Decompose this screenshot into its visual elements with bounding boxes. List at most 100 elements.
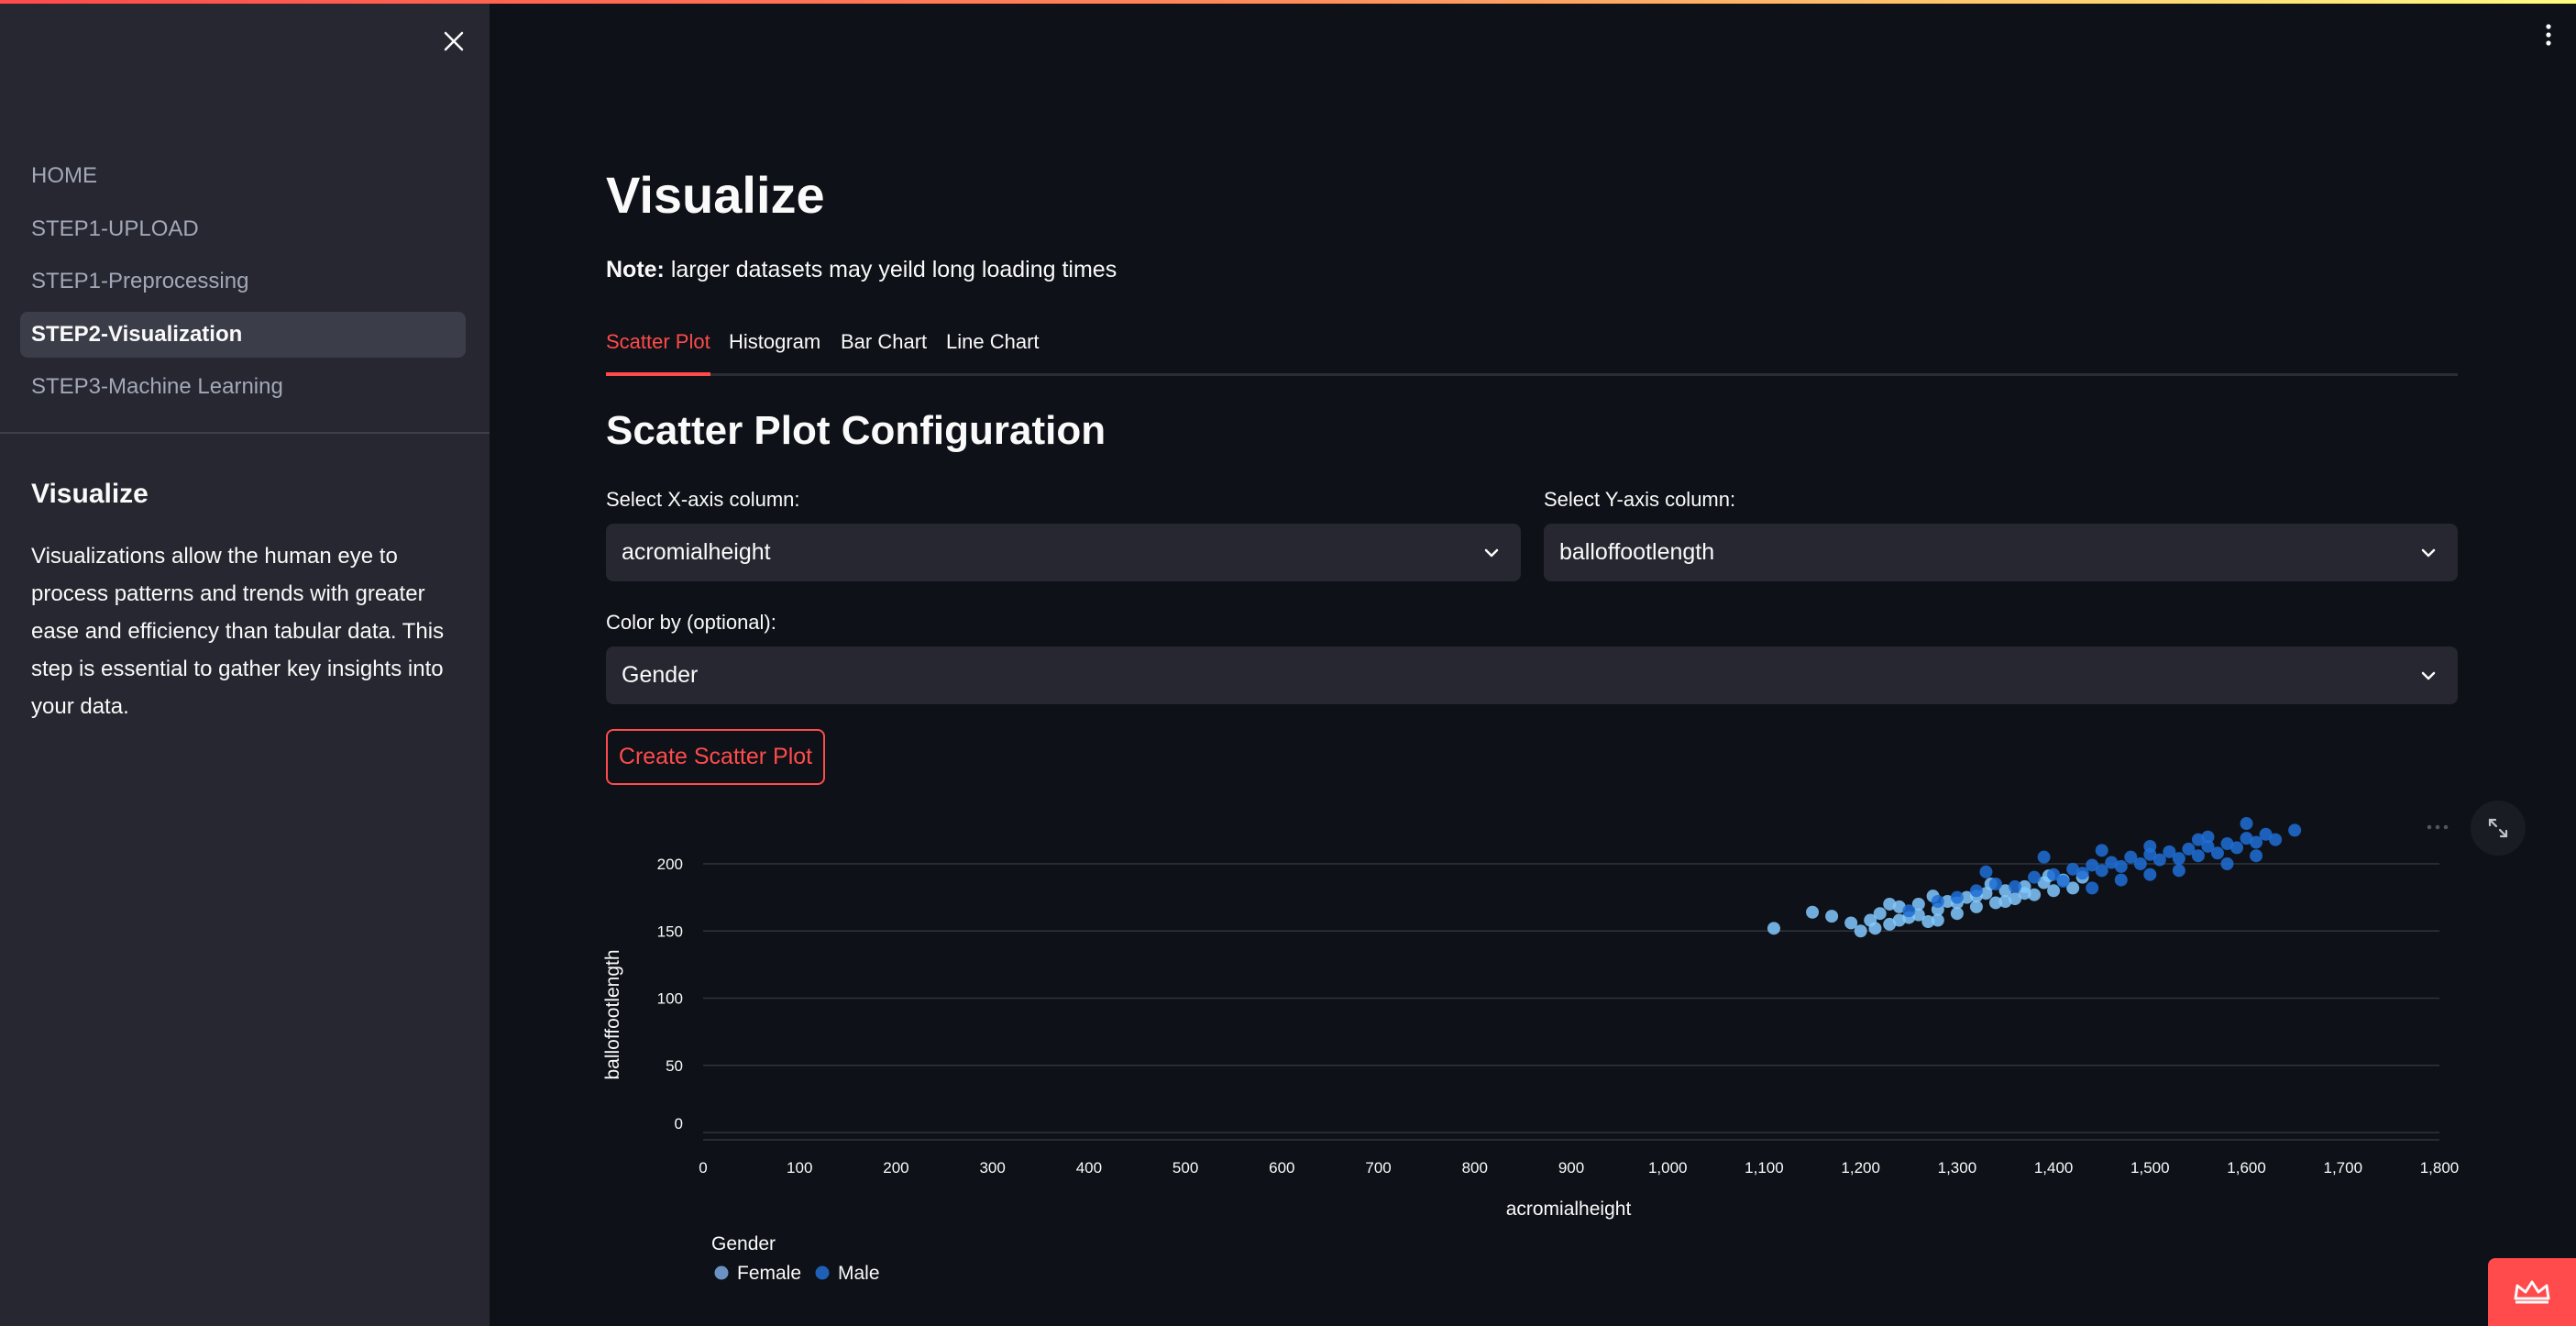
- x-axis-select[interactable]: acromialheight: [606, 524, 1521, 581]
- tab-scatter-plot[interactable]: Scatter Plot: [606, 330, 710, 376]
- tab-line-chart[interactable]: Line Chart: [946, 330, 1040, 376]
- y-tick-label: 50: [666, 1057, 683, 1075]
- sidebar-nav: HOME STEP1-UPLOAD STEP1-Preprocessing ST…: [20, 153, 466, 417]
- sidebar-section-text: Visualizations allow the human eye to pr…: [31, 544, 445, 719]
- sidebar-item-label: HOME: [31, 163, 97, 188]
- y-axis-select[interactable]: balloffootlength: [1544, 524, 2458, 581]
- x-axis-title: acromialheight: [1506, 1199, 1632, 1220]
- note-bold: Note:: [606, 257, 665, 282]
- chevron-down-icon: [2421, 548, 2436, 558]
- sidebar-item-label: STEP3-Machine Learning: [31, 374, 283, 399]
- color-by-select[interactable]: Gender: [606, 646, 2458, 704]
- x-tick-label: 200: [883, 1159, 908, 1177]
- kebab-menu-icon: [2546, 24, 2551, 46]
- scatter-point-male: [2114, 873, 2128, 887]
- scatter-point-male: [2133, 857, 2147, 870]
- config-title: Scatter Plot Configuration: [606, 408, 1106, 453]
- scatter-point-female: [1868, 922, 1882, 935]
- sidebar-item-preprocessing[interactable]: STEP1-Preprocessing: [20, 259, 466, 304]
- expand-icon: [2488, 818, 2508, 838]
- sidebar-item-home[interactable]: HOME: [20, 153, 466, 199]
- scatter-point-male: [2288, 823, 2302, 837]
- scatter-point-male: [2143, 867, 2157, 881]
- close-icon: [444, 31, 464, 51]
- scatter-point-female: [1892, 913, 1906, 927]
- scatter-point-female: [1873, 907, 1887, 921]
- sidebar-item-label: STEP1-UPLOAD: [31, 215, 199, 241]
- y-axis-title: balloffootlength: [602, 949, 623, 1079]
- x-tick-label: 1,600: [2227, 1159, 2266, 1177]
- tab-histogram[interactable]: Histogram: [729, 330, 820, 376]
- scatter-point-female: [1883, 897, 1897, 911]
- close-sidebar-button[interactable]: [438, 26, 469, 57]
- sidebar-item-machine-learning[interactable]: STEP3-Machine Learning: [20, 364, 466, 410]
- x-tick-label: 0: [699, 1159, 707, 1177]
- x-tick-label: 1,300: [1938, 1159, 1977, 1177]
- scatter-point-male: [2086, 881, 2099, 895]
- scatter-point-male: [2210, 846, 2224, 860]
- y-tick-label: 150: [657, 923, 683, 940]
- sidebar-item-label: STEP2-Visualization: [31, 321, 243, 347]
- x-tick-label: 1,000: [1648, 1159, 1688, 1177]
- scatter-point-male: [2240, 817, 2253, 831]
- x-axis-label: Select X-axis column:: [606, 488, 800, 511]
- scatter-point-male: [2191, 849, 2205, 863]
- x-tick-label: 1,700: [2324, 1159, 2363, 1177]
- sidebar: HOME STEP1-UPLOAD STEP1-Preprocessing ST…: [0, 0, 490, 1326]
- scatter-point-female: [1998, 895, 2012, 909]
- scatter-point-male: [1950, 890, 1964, 904]
- legend-swatch-female: [714, 1265, 729, 1280]
- sidebar-divider: [0, 432, 490, 434]
- y-tick-label: 0: [675, 1115, 683, 1133]
- scatter-point-male: [1988, 877, 2002, 890]
- chevron-down-icon: [1484, 548, 1499, 558]
- x-tick-label: 1,200: [1841, 1159, 1880, 1177]
- crown-logo-icon: [2514, 1280, 2550, 1304]
- fullscreen-button[interactable]: [2471, 801, 2526, 856]
- scatter-point-male: [2095, 844, 2108, 857]
- page-title: Visualize: [606, 166, 825, 224]
- x-tick-label: 1,400: [2034, 1159, 2074, 1177]
- x-tick-label: 500: [1172, 1159, 1198, 1177]
- chart-tabs: Scatter Plot Histogram Bar Chart Line Ch…: [606, 321, 2458, 376]
- sidebar-section-title: Visualize: [31, 479, 149, 509]
- y-axis-label: Select Y-axis column:: [1544, 488, 1736, 511]
- scatter-point-male: [2250, 849, 2263, 863]
- streamlit-badge[interactable]: [2488, 1258, 2576, 1326]
- scatter-point-male: [2230, 841, 2244, 855]
- scatter-point-female: [1854, 924, 1867, 938]
- x-tick-label: 900: [1558, 1159, 1584, 1177]
- x-tick-label: 700: [1365, 1159, 1391, 1177]
- scatter-point-male: [2009, 879, 2022, 893]
- note-text: Note: larger datasets may yeild long loa…: [606, 257, 1117, 283]
- y-tick-label: 200: [657, 856, 683, 873]
- more-horizontal-icon: [2427, 824, 2449, 830]
- x-tick-label: 600: [1269, 1159, 1294, 1177]
- scatter-point-male: [2056, 875, 2070, 889]
- scatter-point-female: [1825, 910, 1839, 923]
- legend-title: Gender: [711, 1233, 776, 1254]
- note-body: larger datasets may yeild long loading t…: [664, 257, 1117, 282]
- color-by-value: Gender: [622, 662, 699, 688]
- sidebar-item-visualization[interactable]: STEP2-Visualization: [20, 311, 466, 358]
- sidebar-item-upload[interactable]: STEP1-UPLOAD: [20, 206, 466, 252]
- scatter-point-male: [2172, 852, 2185, 866]
- scatter-point-male: [1979, 865, 1993, 878]
- scatter-point-male: [2172, 864, 2185, 878]
- sidebar-item-label: STEP1-Preprocessing: [31, 269, 249, 293]
- scatter-point-male: [2201, 830, 2215, 844]
- legend-label-male: Male: [838, 1263, 880, 1284]
- chart-menu-button[interactable]: [2424, 816, 2451, 838]
- create-scatter-plot-button[interactable]: Create Scatter Plot: [606, 729, 825, 785]
- scatter-point-male: [2028, 870, 2042, 884]
- scatter-point-male: [1931, 895, 1944, 909]
- main-menu-button[interactable]: [2541, 22, 2556, 50]
- chevron-down-icon: [2421, 671, 2436, 680]
- x-axis-value: acromialheight: [622, 539, 771, 565]
- scatter-point-male: [2269, 833, 2283, 846]
- y-axis-value: balloffootlength: [1559, 539, 1715, 565]
- x-tick-label: 300: [979, 1159, 1005, 1177]
- x-tick-label: 1,500: [2130, 1159, 2170, 1177]
- legend-label-female: Female: [737, 1263, 801, 1284]
- tab-bar-chart[interactable]: Bar Chart: [841, 330, 927, 376]
